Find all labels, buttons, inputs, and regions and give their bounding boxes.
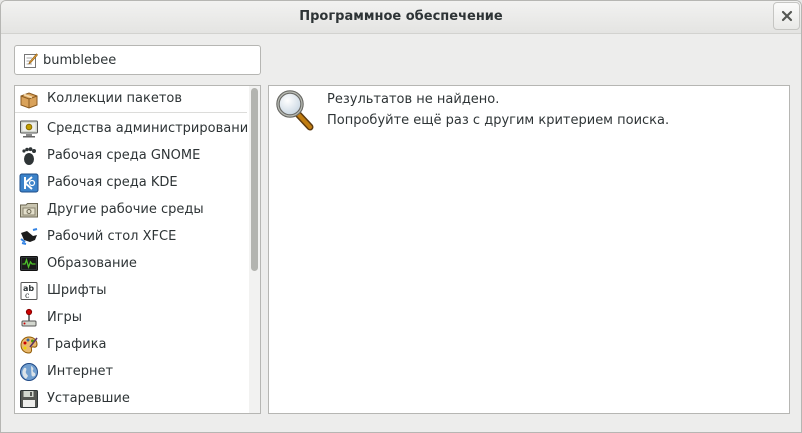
category-item-package-collections[interactable]: Коллекции пакетов xyxy=(15,86,247,113)
category-item-internet[interactable]: Интернет xyxy=(15,359,247,386)
category-label: Рабочая среда GNOME xyxy=(47,148,201,163)
globe-icon xyxy=(20,363,38,381)
sidebar-scrollbar[interactable] xyxy=(249,86,260,413)
search-box[interactable] xyxy=(14,45,261,75)
category-label: Интернет xyxy=(47,364,114,379)
window-title: Программное обеспечение xyxy=(299,9,503,24)
no-results-title: Результатов не найдено. xyxy=(327,92,500,107)
palette-icon xyxy=(20,336,38,354)
results-panel: Результатов не найдено. Попробуйте ещё р… xyxy=(268,85,790,414)
category-item-education[interactable]: Образование xyxy=(15,251,247,278)
category-label: Другие рабочие среды xyxy=(47,202,204,217)
folder-desktop-icon xyxy=(20,203,38,218)
category-label: Рабочая среда KDE xyxy=(47,175,178,190)
sidebar-scroll-thumb[interactable] xyxy=(251,88,258,271)
software-window: Программное обеспечение Коллекц xyxy=(0,0,802,433)
category-item-gnome[interactable]: Рабочая среда GNOME xyxy=(15,143,247,170)
category-label: Графика xyxy=(47,337,107,352)
category-list: Коллекции пакетов Средства администриров… xyxy=(15,86,256,413)
category-label: Рабочий стол XFCE xyxy=(47,229,177,244)
fonts-icon: ab c xyxy=(20,282,38,300)
category-label: Игры xyxy=(47,310,83,325)
category-label: Шрифты xyxy=(47,283,107,298)
magnifier-icon xyxy=(276,90,314,131)
category-label: Коллекции пакетов xyxy=(47,91,183,106)
svg-text:c: c xyxy=(25,291,30,300)
floppy-icon xyxy=(20,390,38,408)
category-item-graphics[interactable]: Графика xyxy=(15,332,247,359)
xfce-mouse-icon xyxy=(20,228,38,245)
education-monitor-icon xyxy=(20,256,38,271)
admin-monitor-icon xyxy=(20,120,38,138)
category-label: Средства администрирования xyxy=(47,121,256,136)
no-results-hint: Попробуйте ещё раз с другим критерием по… xyxy=(327,113,670,128)
search-input[interactable] xyxy=(43,51,253,69)
category-item-other-desktops[interactable]: Другие рабочие среды xyxy=(15,197,247,224)
package-box-icon xyxy=(20,92,38,109)
category-label: Устаревшие xyxy=(47,391,130,406)
close-icon xyxy=(781,10,793,22)
titlebar[interactable]: Программное обеспечение xyxy=(1,1,801,34)
category-item-kde[interactable]: Рабочая среда KDE xyxy=(15,170,247,197)
joystick-icon xyxy=(21,308,37,327)
gnome-foot-icon xyxy=(22,147,36,165)
category-sidebar: Коллекции пакетов Средства администриров… xyxy=(14,85,261,414)
category-item-obsolete[interactable]: Устаревшие xyxy=(15,386,247,413)
category-label: Образование xyxy=(47,256,137,271)
close-button[interactable] xyxy=(773,2,800,30)
category-item-admin-tools[interactable]: Средства администрирования xyxy=(15,116,256,143)
category-item-games[interactable]: Игры xyxy=(15,305,247,332)
pencil-icon xyxy=(24,53,38,68)
category-item-fonts[interactable]: ab c Шрифты xyxy=(15,278,247,305)
category-item-xfce[interactable]: Рабочий стол XFCE xyxy=(15,224,247,251)
kde-icon xyxy=(19,173,39,193)
